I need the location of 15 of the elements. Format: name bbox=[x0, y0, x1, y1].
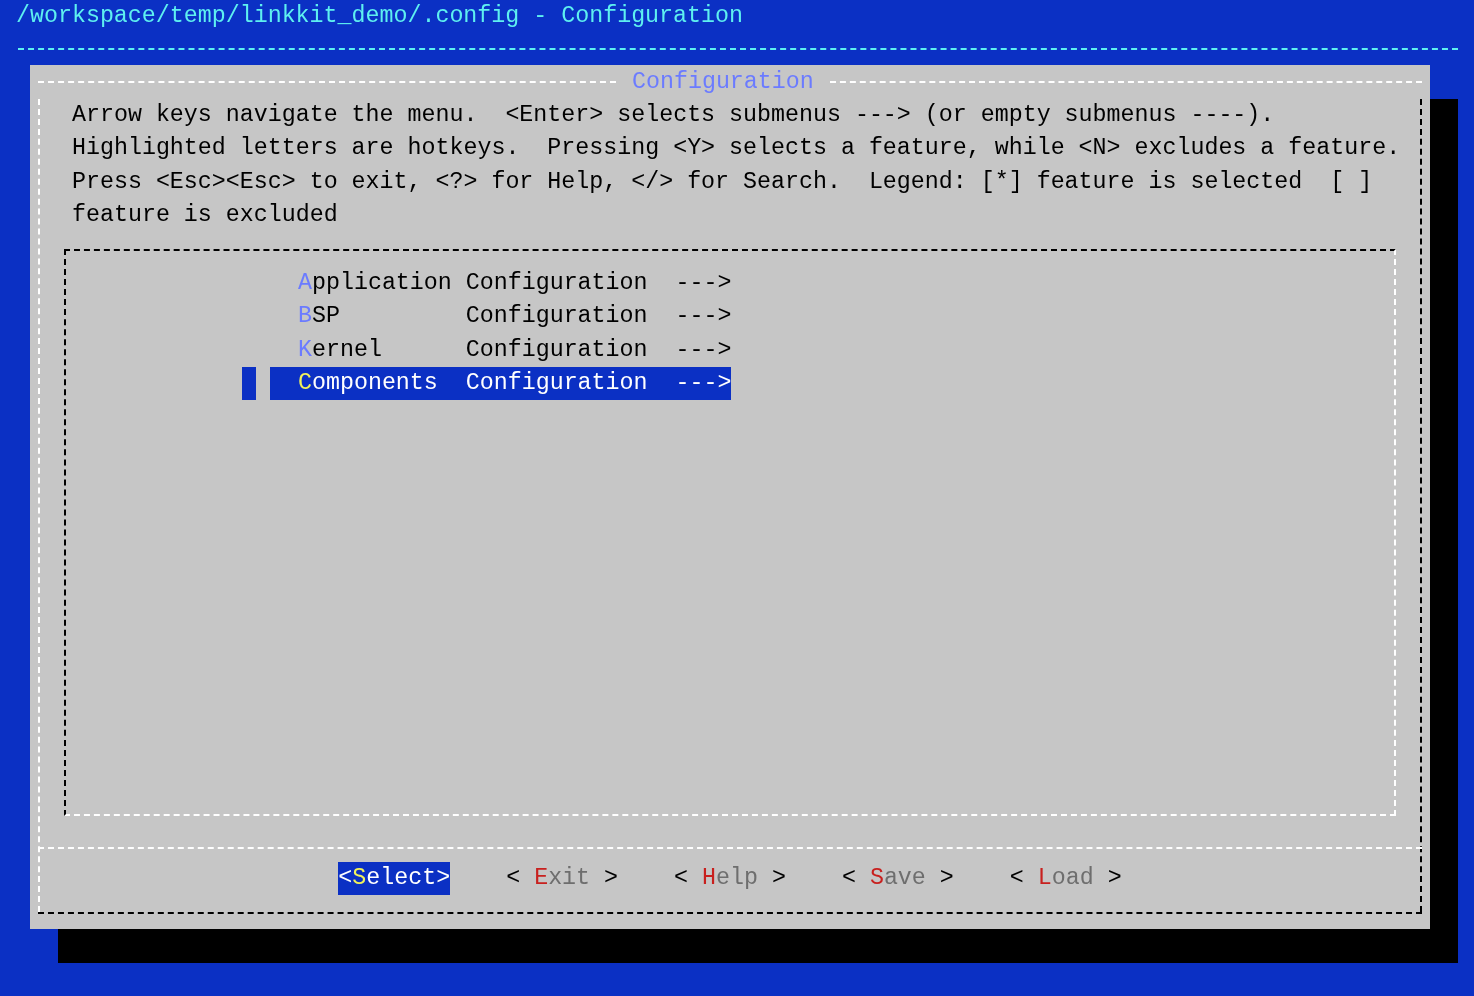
menu-item[interactable]: Application Configuration ---> bbox=[270, 267, 732, 301]
menu-item[interactable]: Components Configuration ---> bbox=[270, 367, 732, 401]
help-text: Highlighted letters are hotkeys. Pressing <Y> selects a feature, while <N> excludes a feature. bbox=[71, 134, 1402, 164]
dialog-button[interactable]: < Save > bbox=[841, 862, 954, 896]
help-text: feature is excluded bbox=[71, 200, 339, 230]
menu-item[interactable]: BSP Configuration ---> bbox=[270, 300, 732, 334]
menu-item[interactable]: Kernel Configuration ---> bbox=[270, 333, 732, 368]
dialog-title: Configuration bbox=[631, 68, 815, 97]
help-text: Arrow keys navigate the menu. <Enter> selects submenus ---> (or empty submenus ----). bbox=[71, 101, 1276, 130]
dialog-button[interactable]: < Load > bbox=[1009, 862, 1122, 896]
help-text: Press <Esc><Esc> to exit, <?> for Help, </> for Search. Legend: [*] feature is selected [ ] bbox=[71, 167, 1374, 197]
dialog-button[interactable]: <Select> bbox=[338, 862, 451, 896]
dialog-button[interactable]: < Help > bbox=[674, 862, 786, 896]
window-title: /workspace/temp/linkkit_demo/.config - Configuration bbox=[15, 2, 744, 31]
dialog-button[interactable]: < Exit > bbox=[506, 862, 619, 896]
